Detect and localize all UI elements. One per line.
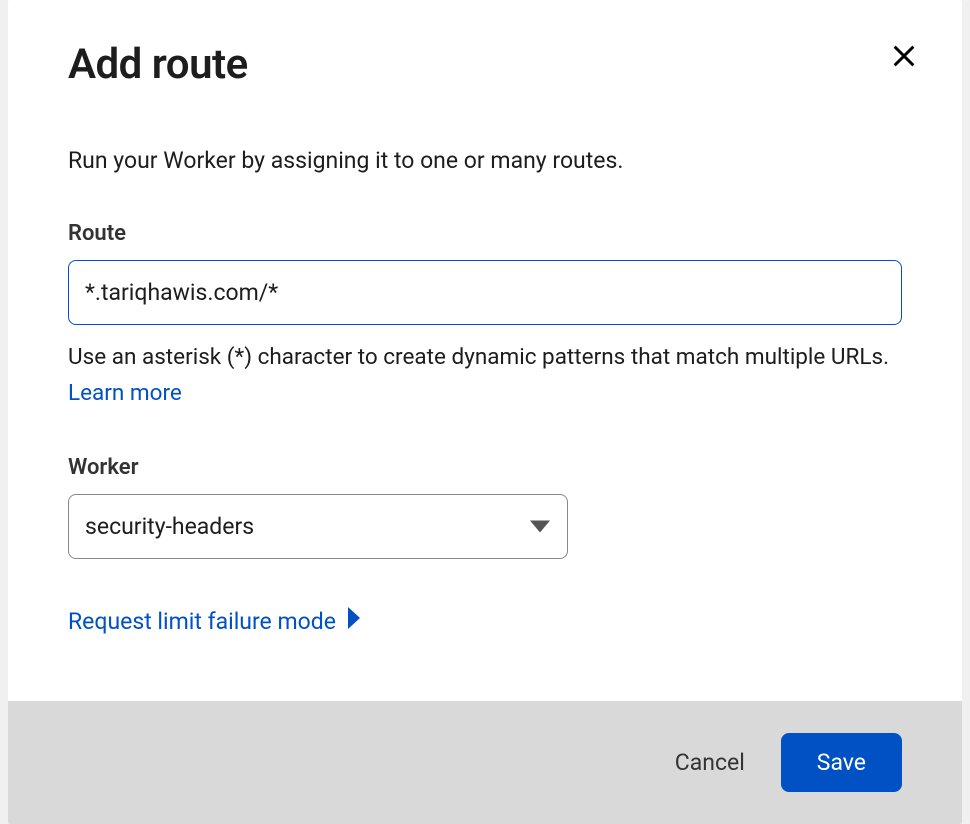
chevron-right-icon: [346, 607, 360, 635]
route-helper-content: Use an asterisk (*) character to create …: [68, 344, 889, 370]
modal-header: Add route: [68, 40, 902, 89]
save-button[interactable]: Save: [781, 733, 902, 792]
route-label: Route: [68, 221, 902, 246]
route-field-group: Route Use an asterisk (*) character to c…: [68, 221, 902, 411]
worker-select-wrapper: security-headers: [68, 494, 568, 559]
route-input[interactable]: [68, 260, 902, 325]
route-helper-text: Use an asterisk (*) character to create …: [68, 339, 902, 411]
request-limit-label: Request limit failure mode: [68, 608, 336, 635]
cancel-button[interactable]: Cancel: [675, 749, 745, 776]
modal-title: Add route: [68, 40, 248, 89]
request-limit-link[interactable]: Request limit failure mode: [68, 607, 360, 635]
add-route-modal: Add route Run your Worker by assigning i…: [8, 0, 962, 824]
worker-select[interactable]: security-headers: [68, 494, 568, 559]
worker-field-group: Worker security-headers: [68, 455, 902, 559]
worker-label: Worker: [68, 455, 902, 480]
modal-footer: Cancel Save: [8, 701, 962, 824]
modal-body: Add route Run your Worker by assigning i…: [8, 0, 962, 701]
close-icon: [890, 58, 918, 73]
learn-more-link[interactable]: Learn more: [68, 380, 182, 406]
close-button[interactable]: [886, 38, 922, 77]
modal-description: Run your Worker by assigning it to one o…: [68, 145, 902, 177]
